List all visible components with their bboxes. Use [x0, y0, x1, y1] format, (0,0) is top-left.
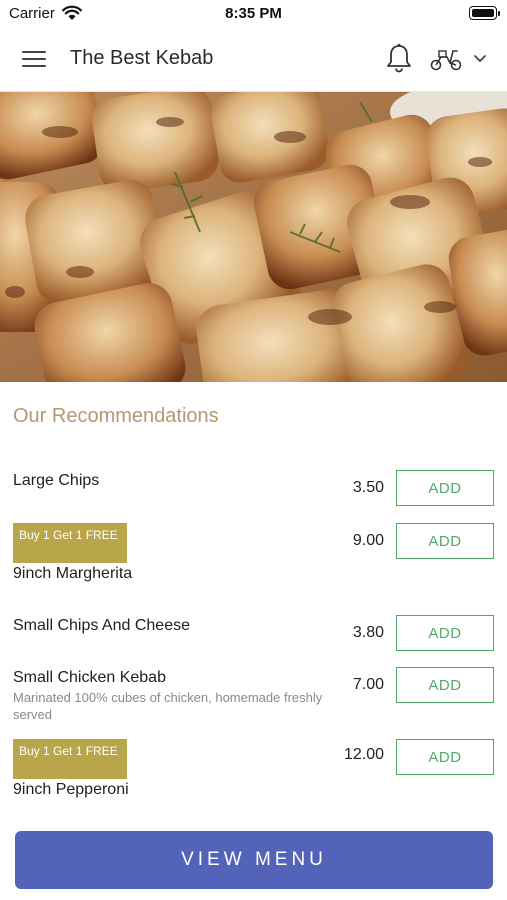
bell-icon[interactable]	[385, 43, 413, 73]
clock-time: 8:35 PM	[225, 5, 282, 22]
add-button[interactable]: ADD	[396, 667, 494, 703]
item-name: Small Chips And Cheese	[13, 617, 190, 634]
promo-badge: Buy 1 Get 1 FREE	[13, 739, 127, 779]
item-description: Marinated 100% cubes of chicken, homemad…	[13, 690, 323, 722]
add-button[interactable]: ADD	[396, 470, 494, 506]
item-name: 9inch Margherita	[13, 565, 133, 582]
recommendations-title: Our Recommendations	[13, 405, 219, 427]
status-bar: Carrier 8:35 PM	[0, 0, 507, 26]
add-button[interactable]: ADD	[396, 615, 494, 651]
hero-image	[0, 92, 507, 382]
item-name: 9inch Pepperoni	[13, 781, 129, 798]
item-price: 9.00	[352, 532, 384, 549]
add-button[interactable]: ADD	[396, 523, 494, 559]
scooter-icon[interactable]	[430, 46, 462, 72]
item-price: 3.50	[352, 479, 384, 496]
add-button[interactable]: ADD	[396, 739, 494, 775]
page-title: The Best Kebab	[70, 47, 214, 69]
app-header: The Best Kebab	[0, 26, 507, 92]
hamburger-menu-icon[interactable]	[22, 48, 48, 70]
battery-icon	[469, 6, 500, 20]
item-name: Small Chicken Kebab	[13, 669, 166, 686]
item-name: Large Chips	[13, 472, 100, 489]
kebab-photo-illustration	[0, 92, 507, 382]
item-price: 12.00	[343, 746, 384, 763]
item-price: 7.00	[352, 676, 384, 693]
item-price: 3.80	[352, 624, 384, 641]
chevron-down-icon[interactable]	[472, 53, 488, 65]
view-menu-button[interactable]: VIEW MENU	[15, 831, 493, 889]
promo-badge: Buy 1 Get 1 FREE	[13, 523, 127, 563]
